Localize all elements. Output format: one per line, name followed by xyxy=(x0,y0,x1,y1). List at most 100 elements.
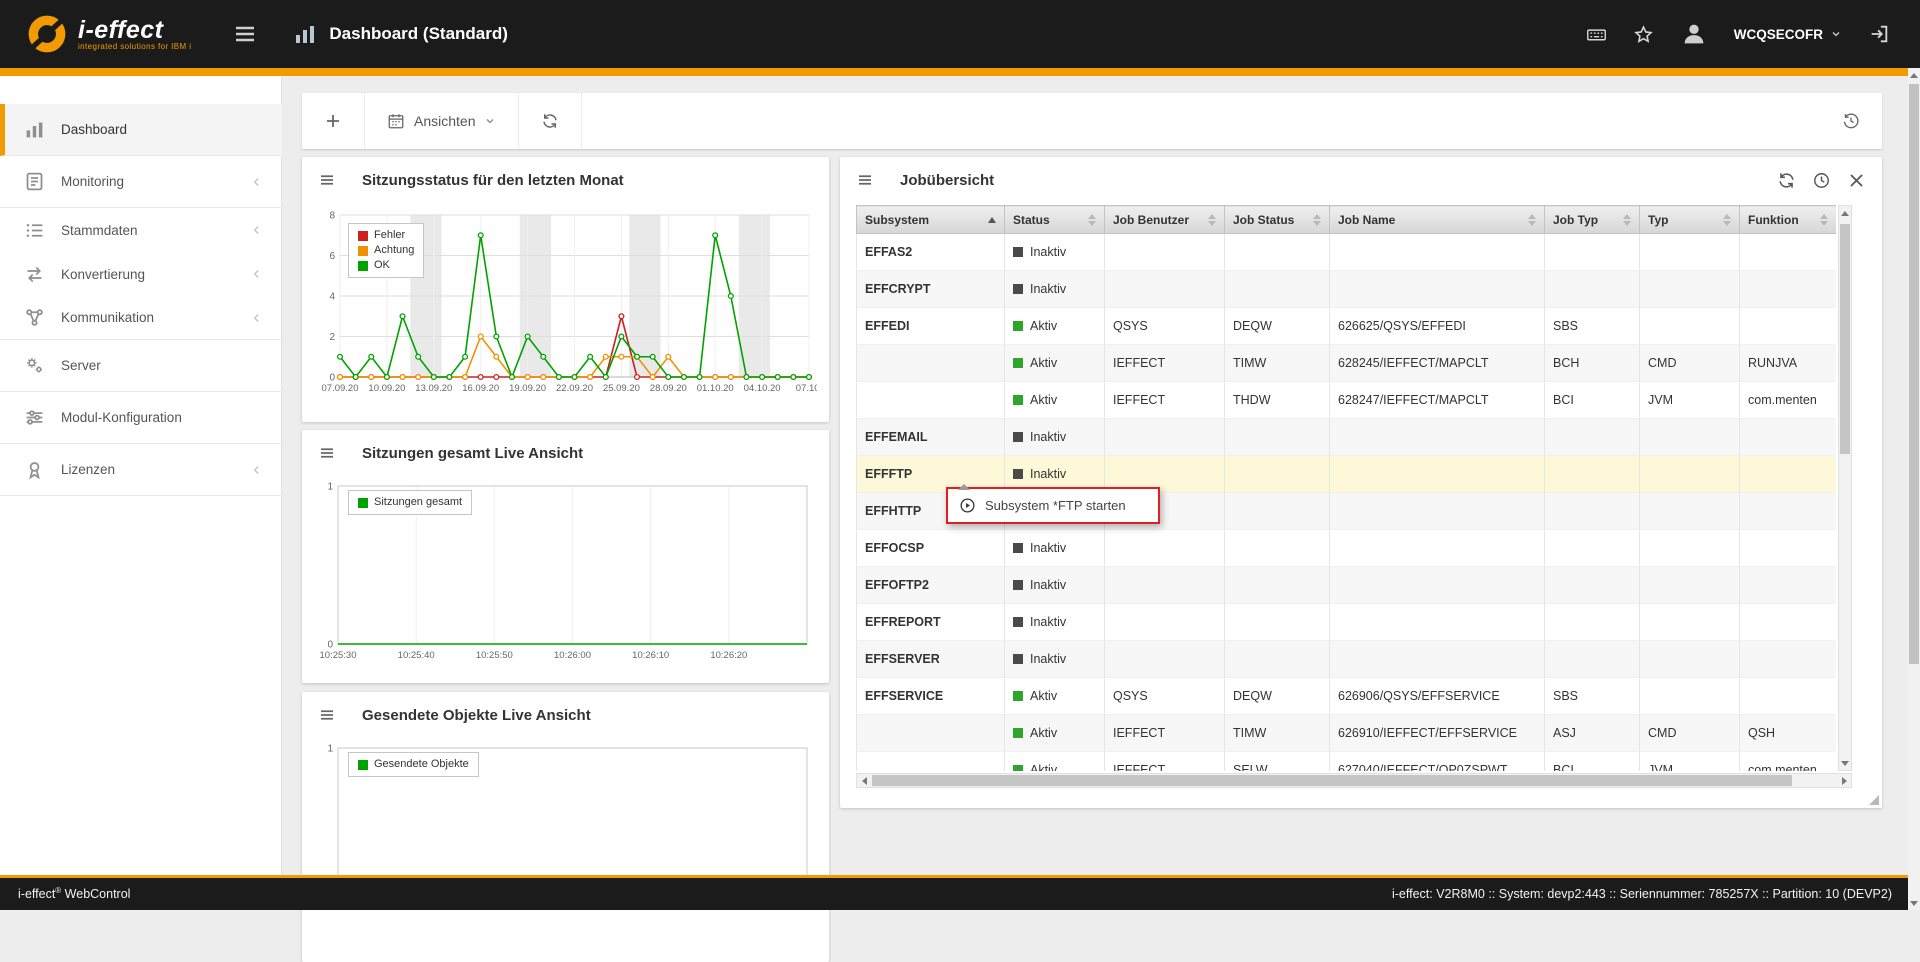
job-table-row-effoftp2[interactable]: EFFOFTP2Inaktiv xyxy=(857,567,1837,604)
cell-status: Inaktiv xyxy=(1005,530,1105,567)
play-circle-icon xyxy=(959,497,976,514)
resize-grip[interactable] xyxy=(1869,795,1879,805)
status-square xyxy=(1013,432,1023,442)
page-title: Dashboard (Standard) xyxy=(329,24,508,44)
status-square xyxy=(1013,321,1023,331)
keyboard-icon[interactable] xyxy=(1586,24,1607,45)
favorites-star-icon[interactable] xyxy=(1633,24,1654,45)
svg-text:10:26:00: 10:26:00 xyxy=(554,650,591,661)
job-table-row-effocsp[interactable]: EFFOCSPInaktiv xyxy=(857,530,1837,567)
job-table-row[interactable]: AktivIEFFECTTHDW628247/IEFFECT/MAPCLTBCI… xyxy=(857,382,1837,419)
cell-subsystem: EFFEDI xyxy=(857,308,1005,345)
context-menu-label: Subsystem *FTP starten xyxy=(985,498,1126,513)
job-table-row[interactable]: AktivIEFFECTTIMW628245/IEFFECT/MAPCLTBCH… xyxy=(857,345,1837,382)
cell-job-benutzer: IEFFECT xyxy=(1105,345,1225,382)
job-table-row-effserver[interactable]: EFFSERVERInaktiv xyxy=(857,641,1837,678)
cell-subsystem xyxy=(857,715,1005,752)
job-table-row-effemail[interactable]: EFFEMAILInaktiv xyxy=(857,419,1837,456)
sidebar-item-lizenzen[interactable]: Lizenzen xyxy=(0,444,282,496)
sidebar-item-label: Lizenzen xyxy=(61,462,115,477)
cell-typ xyxy=(1640,419,1740,456)
legend-item-fehler[interactable]: Fehler xyxy=(358,228,414,243)
svg-text:10:25:40: 10:25:40 xyxy=(398,650,435,661)
drag-handle-icon[interactable] xyxy=(856,171,874,189)
legend-item-gesendete-objekte[interactable]: Gesendete Objekte xyxy=(358,757,469,772)
sidebar-item-stammdaten[interactable]: Stammdaten xyxy=(0,208,282,252)
interval-clock-icon[interactable] xyxy=(1812,171,1831,190)
horizontal-scroll-thumb[interactable] xyxy=(872,775,1792,786)
sort-icon xyxy=(1820,214,1828,226)
legend-item-sitzungen-gesamt[interactable]: Sitzungen gesamt xyxy=(358,495,462,510)
views-dropdown[interactable]: Ansichten xyxy=(365,93,519,149)
job-table-row[interactable]: AktivIEFFECTSELW627040/IEFFECT/QP0ZSPWTB… xyxy=(857,752,1837,772)
cell-job-typ: ASJ xyxy=(1545,715,1640,752)
legend-item-achtung[interactable]: Achtung xyxy=(358,243,414,258)
job-table-row-effedi[interactable]: EFFEDIAktivQSYSDEQW626625/QSYS/EFFEDISBS xyxy=(857,308,1837,345)
cell-funktion xyxy=(1740,234,1837,271)
column-header-subsystem[interactable]: Subsystem xyxy=(857,206,1005,234)
top-bar: i-effect integrated solutions for IBM i … xyxy=(0,0,1920,68)
vertical-scroll-thumb[interactable] xyxy=(1840,224,1850,454)
cell-job-benutzer xyxy=(1105,419,1225,456)
cell-subsystem: EFFCRYPT xyxy=(857,271,1005,308)
cell-subsystem: EFFOCSP xyxy=(857,530,1005,567)
sidebar-item-konvertierung[interactable]: Konvertierung xyxy=(0,252,282,296)
cell-job-status: TIMW xyxy=(1225,715,1330,752)
accent-strip xyxy=(0,68,1908,76)
sort-icon xyxy=(1208,214,1216,226)
sidebar-item-dashboard[interactable]: Dashboard xyxy=(0,104,282,156)
svg-text:22.09.20: 22.09.20 xyxy=(556,383,593,394)
sidebar-item-kommunikation[interactable]: Kommunikation xyxy=(0,296,282,340)
column-header-job-name[interactable]: Job Name xyxy=(1330,206,1545,234)
menu-toggle-icon[interactable] xyxy=(233,22,257,46)
job-table-row-effas2[interactable]: EFFAS2Inaktiv xyxy=(857,234,1837,271)
svg-text:0: 0 xyxy=(327,640,333,651)
context-menu-item-start-subsystem-ftp[interactable]: Subsystem *FTP starten xyxy=(946,487,1160,524)
history-button[interactable] xyxy=(1828,93,1874,149)
cell-job-name xyxy=(1330,641,1545,678)
page-scrollbar[interactable] xyxy=(1908,68,1920,910)
table-vertical-scrollbar[interactable] xyxy=(1838,205,1852,771)
cell-job-typ xyxy=(1545,530,1640,567)
cell-subsystem: EFFREPORT xyxy=(857,604,1005,641)
drag-handle-icon[interactable] xyxy=(318,706,336,724)
drag-handle-icon[interactable] xyxy=(318,171,336,189)
sidebar-item-server[interactable]: Server xyxy=(0,340,282,392)
refresh-icon[interactable] xyxy=(1777,171,1796,190)
cell-job-benutzer: IEFFECT xyxy=(1105,752,1225,772)
legend-item-ok[interactable]: OK xyxy=(358,258,414,273)
column-header-funktion[interactable]: Funktion xyxy=(1740,206,1837,234)
column-header-typ[interactable]: Typ xyxy=(1640,206,1740,234)
column-header-status[interactable]: Status xyxy=(1005,206,1105,234)
drag-handle-icon[interactable] xyxy=(318,444,336,462)
table-horizontal-scrollbar[interactable] xyxy=(856,773,1852,788)
cell-job-name xyxy=(1330,567,1545,604)
job-table-row-effreport[interactable]: EFFREPORTInaktiv xyxy=(857,604,1837,641)
logo-text: i-effect xyxy=(78,18,191,42)
refresh-dashboard-button[interactable] xyxy=(519,93,582,149)
cell-job-status: TIMW xyxy=(1225,345,1330,382)
column-header-job-benutzer[interactable]: Job Benutzer xyxy=(1105,206,1225,234)
user-menu[interactable]: WCQSECOFR xyxy=(1734,27,1842,42)
job-table-row-effservice[interactable]: EFFSERVICEAktivQSYSDEQW626906/QSYS/EFFSE… xyxy=(857,678,1837,715)
cell-job-typ xyxy=(1545,234,1640,271)
cell-funktion xyxy=(1740,678,1837,715)
cell-job-status: DEQW xyxy=(1225,308,1330,345)
cell-typ: JVM xyxy=(1640,752,1740,772)
column-header-job-typ[interactable]: Job Typ xyxy=(1545,206,1640,234)
close-icon[interactable] xyxy=(1847,171,1866,190)
logout-icon[interactable] xyxy=(1868,23,1890,45)
job-table-row-effcrypt[interactable]: EFFCRYPTInaktiv xyxy=(857,271,1837,308)
username: WCQSECOFR xyxy=(1734,27,1823,42)
cell-funktion xyxy=(1740,456,1837,493)
add-widget-button[interactable] xyxy=(302,93,365,149)
user-avatar-icon[interactable] xyxy=(1680,20,1708,48)
page-scroll-thumb[interactable] xyxy=(1909,84,1919,664)
log-icon xyxy=(24,171,45,192)
column-header-job-status[interactable]: Job Status xyxy=(1225,206,1330,234)
job-table-head-row: SubsystemStatusJob BenutzerJob StatusJob… xyxy=(857,206,1837,234)
sidebar-item-monitoring[interactable]: Monitoring xyxy=(0,156,282,208)
cell-typ xyxy=(1640,234,1740,271)
sidebar-item-modul-konfiguration[interactable]: Modul-Konfiguration xyxy=(0,392,282,444)
job-table-row[interactable]: AktivIEFFECTTIMW626910/IEFFECT/EFFSERVIC… xyxy=(857,715,1837,752)
